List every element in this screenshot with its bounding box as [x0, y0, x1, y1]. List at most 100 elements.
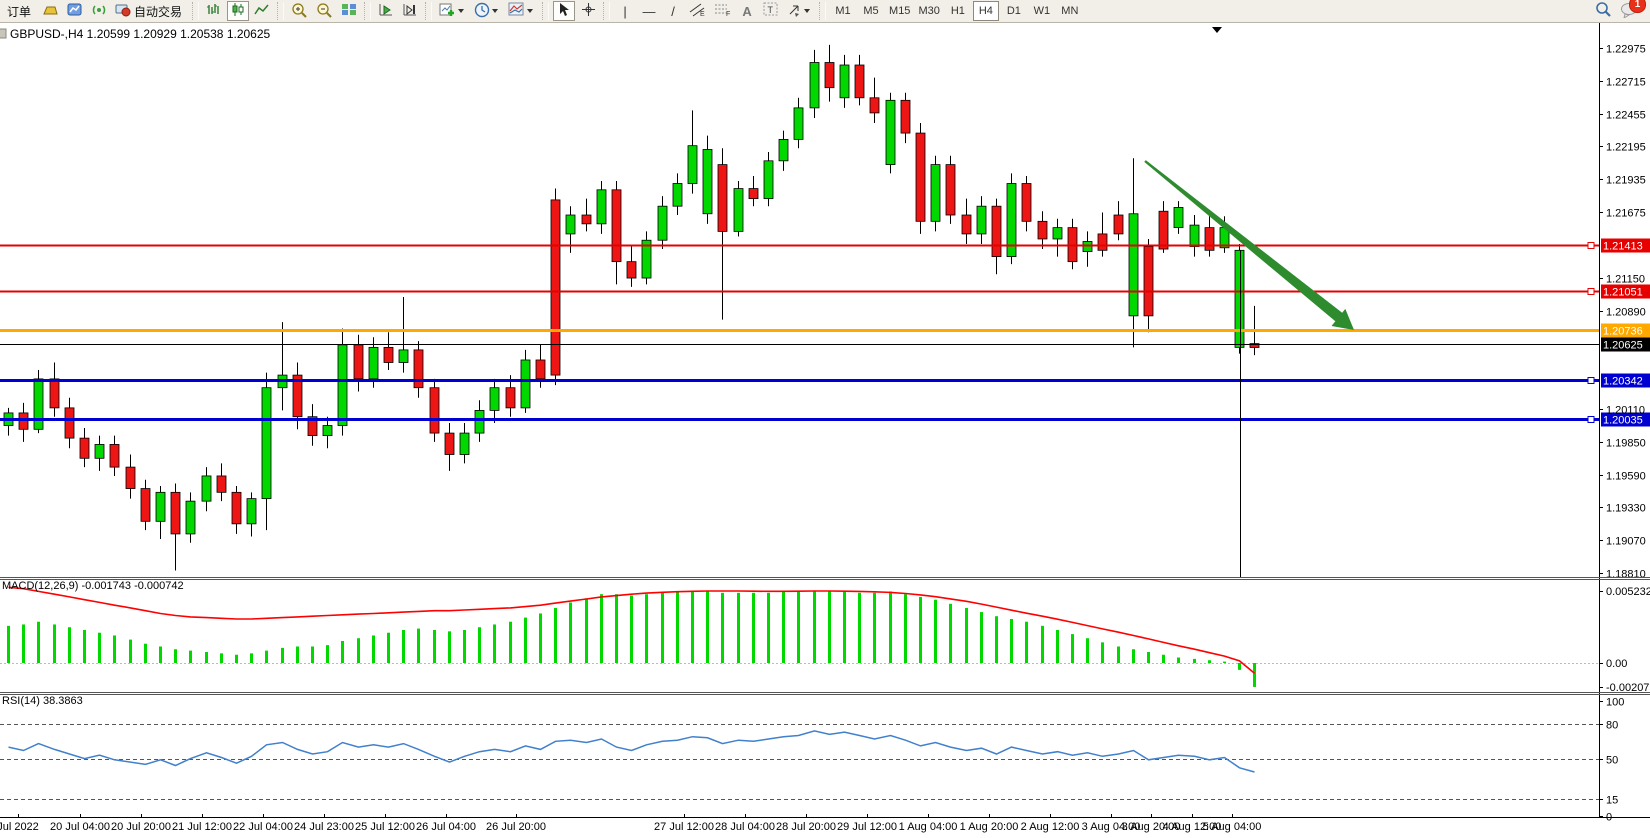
autotrading-button[interactable]: 自动交易 [112, 1, 188, 21]
vertical-line-button[interactable]: | [614, 1, 636, 21]
tile-windows-button[interactable] [338, 1, 360, 21]
macd-bar [205, 652, 208, 663]
macd-bar [417, 629, 420, 663]
price-axis-label: 1.22715 [1606, 77, 1646, 89]
dropdown-caret-icon[interactable] [527, 9, 533, 13]
crosshair-button[interactable] [577, 1, 599, 21]
timeframe-m15-button[interactable]: M15 [886, 1, 913, 21]
auto-scroll-icon [378, 2, 394, 20]
macd-bar [1253, 663, 1256, 687]
macd-bar [737, 593, 740, 663]
macd-bar [995, 616, 998, 663]
fibonacci-button[interactable]: F [711, 1, 734, 21]
timeframe-m30-button[interactable]: M30 [915, 1, 942, 21]
macd-bar [68, 627, 71, 663]
text-icon: A [742, 5, 751, 18]
candle [931, 156, 940, 232]
price-axis-label: 1.22455 [1606, 110, 1646, 122]
time-axis-label: 28 Jul 20:00 [776, 821, 836, 833]
chart-candles-button[interactable] [227, 1, 249, 21]
chart-shift-button[interactable] [399, 1, 421, 21]
macd-bar [478, 627, 481, 663]
arrows-shapes-icon [787, 2, 802, 20]
time-axis-label: 20 Jul 04:00 [50, 821, 110, 833]
channel-button[interactable]: E [686, 1, 709, 21]
chart-canvas[interactable]: 1.214131.210511.207361.206251.203421.200… [0, 23, 1650, 833]
auto-scroll-button[interactable] [375, 1, 397, 21]
notification-badge[interactable]: 1 [1629, 0, 1646, 13]
chart-window[interactable]: 1.214131.210511.207361.206251.203421.200… [0, 23, 1650, 838]
reports-button[interactable] [64, 1, 86, 21]
notifications-button[interactable]: 1 [1617, 1, 1641, 21]
dropdown-caret-icon[interactable] [458, 9, 464, 13]
new-chart-button[interactable] [436, 1, 469, 21]
svg-text:E: E [700, 11, 705, 17]
price-axis-label: 1.22975 [1606, 44, 1646, 56]
gold-toolbox-button[interactable] [39, 1, 62, 21]
line-handle[interactable] [1588, 289, 1594, 295]
macd-bar [1193, 659, 1196, 663]
toolbar-separator [819, 2, 826, 20]
macd-bar [919, 597, 922, 663]
macd-bar [615, 594, 618, 663]
candle [916, 123, 925, 234]
timeframe-w1-button[interactable]: W1 [1029, 1, 1055, 21]
macd-bar [1147, 652, 1150, 663]
macd-bar [569, 602, 572, 663]
macd-bar [113, 635, 116, 663]
price-axis-label: 1.20890 [1606, 307, 1646, 319]
trendline-button[interactable]: / [662, 1, 684, 21]
time-axis-label: 1 Aug 20:00 [960, 821, 1019, 833]
search-button[interactable] [1591, 1, 1615, 21]
macd-bar [326, 645, 329, 663]
periods-button[interactable] [471, 1, 503, 21]
chart-line-button[interactable] [251, 1, 273, 21]
time-axis-label: 27 Jul 12:00 [654, 821, 714, 833]
time-axis-label: 21 Jul 12:00 [172, 821, 232, 833]
shapes-button[interactable] [784, 1, 815, 21]
dropdown-caret-icon[interactable] [492, 9, 498, 13]
line-chart-icon [254, 2, 270, 20]
text-button[interactable]: A [736, 1, 758, 21]
timeframe-m1-button[interactable]: M1 [830, 1, 856, 21]
macd-bar [22, 624, 25, 663]
macd-bar [858, 593, 861, 663]
timeframe-h1-button[interactable]: H1 [945, 1, 971, 21]
macd-bar [524, 618, 527, 663]
timeframe-d1-button[interactable]: D1 [1001, 1, 1027, 21]
macd-axis-label: 0.005232 [1606, 586, 1650, 598]
macd-bar [782, 591, 785, 663]
chart-root: 1.214131.210511.207361.206251.203421.200… [0, 23, 1650, 833]
zoom-in-button[interactable] [288, 1, 311, 21]
price-badge-label: 1.20342 [1603, 376, 1643, 388]
chart-bars-button[interactable] [203, 1, 225, 21]
horizontal-line-icon: — [643, 5, 656, 18]
zoom-out-button[interactable] [313, 1, 336, 21]
signals-button[interactable] [88, 1, 110, 21]
text-label-button[interactable]: T [760, 1, 782, 21]
new-order-button[interactable]: 订单 [1, 1, 37, 21]
timeframe-group: M1M5M15M30H1H4D1W1MN [829, 1, 1084, 21]
line-handle[interactable] [1588, 417, 1594, 423]
horizontal-line-button[interactable]: — [638, 1, 660, 21]
macd-bar [1223, 662, 1226, 663]
dropdown-caret-icon[interactable] [804, 9, 810, 13]
macd-bar [752, 593, 755, 663]
candle [734, 181, 743, 236]
time-axis-label: 22 Jul 04:00 [233, 821, 293, 833]
line-handle[interactable] [1588, 243, 1594, 249]
macd-bar [159, 646, 162, 663]
zoom-out-icon [316, 2, 333, 21]
cursor-button[interactable] [553, 1, 575, 21]
crosshair-icon [581, 2, 596, 20]
trendline-icon: / [671, 5, 675, 18]
line-handle[interactable] [1588, 378, 1594, 384]
timeframe-mn-button[interactable]: MN [1057, 1, 1083, 21]
macd-bar [721, 593, 724, 663]
timeframe-h4-button[interactable]: H4 [973, 1, 999, 21]
timeframe-m5-button[interactable]: M5 [858, 1, 884, 21]
indicators-button[interactable] [505, 1, 538, 21]
price-axis-label: 1.21935 [1606, 175, 1646, 187]
candle [430, 379, 439, 442]
macd-bar [296, 646, 299, 663]
